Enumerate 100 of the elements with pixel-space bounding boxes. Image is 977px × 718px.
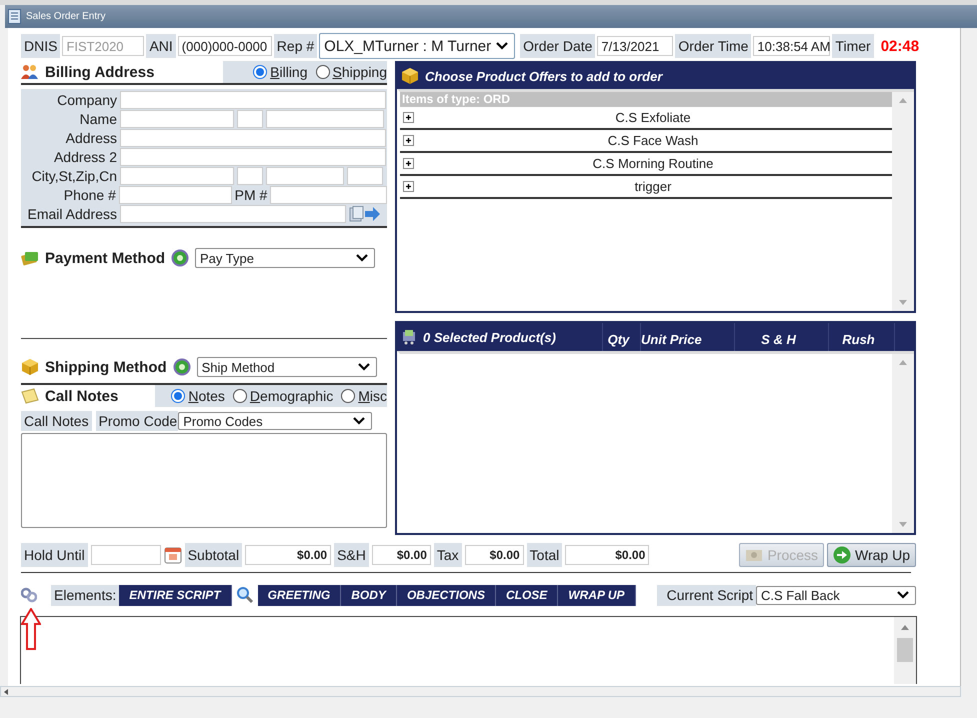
- product-offer[interactable]: C.S Morning Routine: [414, 156, 892, 171]
- product-offer[interactable]: C.S Face Wash: [414, 133, 892, 148]
- input-field[interactable]: [120, 204, 346, 222]
- script-tab[interactable]: WRAP UP: [558, 584, 636, 606]
- input-field[interactable]: [90, 545, 161, 565]
- input-field[interactable]: [120, 90, 386, 108]
- arrow-circle-icon: [833, 546, 852, 564]
- column-header: Unit Price: [640, 323, 728, 351]
- chevron-icon: [353, 417, 366, 425]
- script-tab[interactable]: GREETING: [258, 584, 342, 606]
- field-label: Promo Code: [96, 411, 178, 431]
- section-title: Shipping Method: [45, 358, 167, 376]
- current-script-select[interactable]: C.S Fall Back: [756, 586, 916, 604]
- box-icon: [401, 67, 419, 85]
- field-label: Name: [78, 110, 117, 126]
- input-field[interactable]: [270, 186, 387, 204]
- link-icon[interactable]: [21, 587, 37, 603]
- scroll-up-icon[interactable]: [899, 98, 907, 103]
- input-field[interactable]: [266, 110, 384, 128]
- scrollbar[interactable]: [892, 354, 914, 533]
- help-icon[interactable]: [171, 249, 190, 267]
- timer-value: 02:48: [880, 38, 920, 54]
- notes-tab-radio[interactable]: Notes: [171, 388, 225, 404]
- section-title: Payment Method: [45, 250, 166, 266]
- expand-icon[interactable]: [403, 135, 414, 146]
- field-label: Call Notes: [21, 411, 92, 431]
- field-label: Timer: [832, 34, 874, 58]
- promo-code-select[interactable]: Promo Codes: [178, 412, 372, 430]
- search-icon[interactable]: [236, 586, 254, 604]
- field-label: Order Date: [520, 34, 596, 58]
- cart-icon: [401, 329, 417, 345]
- field-label: PM #: [234, 186, 268, 202]
- chevron-icon: [496, 42, 508, 50]
- scroll-down-icon[interactable]: [899, 522, 907, 527]
- script-tab[interactable]: OBJECTIONS: [396, 584, 496, 606]
- panel-title: Choose Product Offers to add to order: [425, 68, 662, 84]
- address-type-radio[interactable]: Billing: [253, 64, 308, 80]
- scroll-up-icon[interactable]: [899, 360, 907, 365]
- input-field[interactable]: 10:38:54 AM: [753, 36, 830, 56]
- input-field[interactable]: (000)000-0000: [178, 36, 272, 56]
- field-label: City,St,Zip,Cn: [30, 168, 117, 184]
- scroll-up-icon[interactable]: [901, 625, 909, 630]
- scrollbar-thumb[interactable]: [897, 638, 913, 662]
- field-label: Hold Until: [21, 543, 88, 567]
- copy-arrow-icon[interactable]: [349, 206, 381, 222]
- input-field[interactable]: [120, 148, 386, 166]
- calendar-icon[interactable]: [164, 546, 182, 564]
- field-label: Company: [56, 92, 117, 108]
- input-field[interactable]: [118, 186, 232, 204]
- notes-tab-radio[interactable]: Misc: [341, 388, 387, 404]
- field-label: ANI: [146, 34, 176, 58]
- product-offer[interactable]: trigger: [414, 179, 892, 194]
- chevron-icon: [897, 591, 909, 599]
- script-tab[interactable]: BODY: [341, 584, 397, 606]
- column-header: Rush: [828, 323, 888, 351]
- input-field[interactable]: $0.00: [372, 545, 431, 565]
- card-icon: [21, 250, 39, 266]
- address-type-radio[interactable]: Shipping: [316, 64, 387, 80]
- input-field[interactable]: [120, 166, 234, 184]
- notes-textarea[interactable]: [21, 433, 387, 528]
- wrap-up-button[interactable]: Wrap Up: [827, 543, 916, 567]
- input-field[interactable]: [120, 128, 386, 146]
- input-field[interactable]: 7/13/2021: [597, 36, 674, 56]
- field-label: Current Script: [656, 584, 756, 606]
- group-header: Items of type: ORD: [400, 92, 892, 107]
- expand-icon[interactable]: [403, 158, 414, 169]
- ship-method-select[interactable]: Ship Method: [196, 357, 377, 377]
- input-field[interactable]: [266, 166, 344, 184]
- input-field[interactable]: $0.00: [245, 545, 332, 565]
- horizontal-scrollbar[interactable]: [0, 686, 961, 697]
- input-field[interactable]: [347, 166, 383, 184]
- product-offer[interactable]: C.S Exfoliate: [414, 110, 892, 125]
- input-field[interactable]: $0.00: [464, 545, 524, 565]
- field-label: Subtotal: [184, 543, 242, 567]
- field-label: Total: [526, 543, 562, 567]
- up-arrow-icon: [21, 608, 41, 650]
- field-label: Phone #: [62, 186, 116, 202]
- notes-tab-radio[interactable]: Demographic: [232, 388, 334, 404]
- note-icon: [21, 388, 39, 404]
- help-icon[interactable]: [172, 358, 191, 376]
- scroll-left-icon[interactable]: [4, 688, 8, 694]
- expand-icon[interactable]: [403, 181, 414, 192]
- field-label: Elements:: [51, 584, 120, 606]
- input-field[interactable]: [120, 110, 234, 128]
- expand-icon[interactable]: [403, 112, 414, 123]
- script-tab[interactable]: CLOSE: [496, 584, 558, 606]
- input-field[interactable]: $0.00: [565, 545, 650, 565]
- input-field[interactable]: [237, 110, 263, 128]
- rep-select[interactable]: OLX_MTurner : M Turner: [319, 33, 516, 59]
- chevron-icon: [356, 254, 368, 262]
- pay-type-select[interactable]: Pay Type: [195, 248, 376, 268]
- script-tab[interactable]: ENTIRE SCRIPT: [119, 584, 232, 606]
- chevron-icon: [358, 363, 370, 371]
- field-label: Tax: [434, 543, 462, 567]
- scrollbar[interactable]: [892, 92, 914, 311]
- scroll-down-icon[interactable]: [899, 300, 907, 305]
- box-icon: [21, 358, 39, 376]
- window-title: Sales Order Entry: [26, 11, 106, 22]
- gear-icon: [745, 547, 764, 563]
- input-field[interactable]: [237, 166, 263, 184]
